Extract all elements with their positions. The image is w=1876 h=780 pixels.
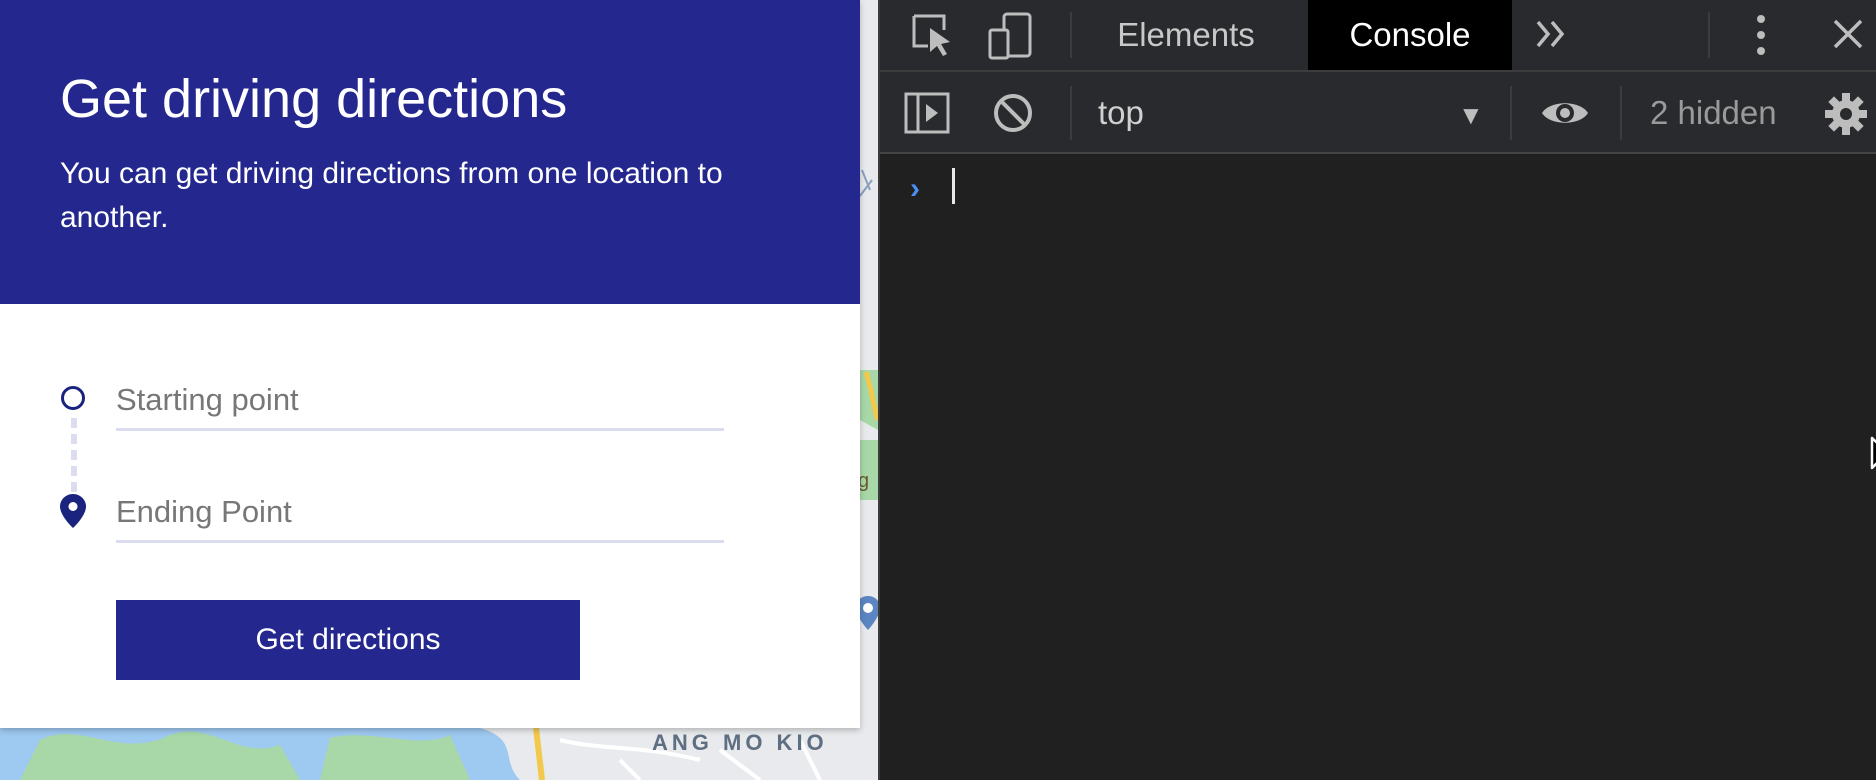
tab-elements[interactable]: Elements (1106, 0, 1266, 70)
route-dots-icon (71, 418, 77, 494)
gear-icon[interactable] (1824, 92, 1868, 141)
tabbar-separator (1708, 12, 1710, 58)
start-circle-icon (61, 386, 85, 410)
map-area-label: ANG MO KIO (652, 730, 828, 755)
card-title: Get driving directions (60, 69, 568, 129)
kebab-menu-icon[interactable] (1756, 14, 1766, 61)
eye-icon[interactable] (1540, 96, 1590, 135)
toolbar-separator (1620, 86, 1622, 140)
mouse-cursor-icon (1870, 436, 1876, 481)
console-prompt-icon: › (910, 172, 920, 205)
devtools-tabbar: Elements Console (880, 0, 1876, 72)
context-selector[interactable]: top (1098, 94, 1144, 132)
page: ANG MO KIO g Get driving directions You … (0, 0, 1876, 780)
tab-console[interactable]: Console (1308, 0, 1512, 70)
starting-point-input[interactable] (116, 372, 724, 431)
sidebar-toggle-icon[interactable] (904, 92, 950, 139)
console-toolbar: top ▼ 2 hidden (880, 72, 1876, 154)
inspect-element-icon[interactable] (910, 12, 956, 63)
dropdown-arrow-icon[interactable]: ▼ (1458, 100, 1484, 131)
more-tabs-chevron-icon[interactable] (1534, 18, 1568, 55)
clear-console-icon[interactable] (992, 92, 1034, 139)
get-directions-button[interactable]: Get directions (116, 600, 580, 680)
ending-point-input[interactable] (116, 484, 724, 543)
device-toolbar-icon[interactable] (988, 12, 1036, 65)
toolbar-separator (1070, 86, 1072, 140)
card-description: You can get driving directions from one … (60, 157, 723, 234)
tabbar-separator (1070, 12, 1072, 58)
toolbar-separator (1510, 86, 1512, 140)
close-icon[interactable] (1832, 18, 1864, 55)
console-input-area[interactable]: › (880, 154, 1876, 780)
hidden-messages-count[interactable]: 2 hidden (1650, 94, 1777, 132)
directions-card: Get driving directions You can get drivi… (0, 0, 860, 728)
location-pin-icon (60, 494, 86, 533)
text-caret (952, 168, 955, 204)
devtools-panel: Elements Console top ▼ 2 hidden › (878, 0, 1876, 780)
card-header: Get driving directions You can get drivi… (0, 0, 860, 304)
